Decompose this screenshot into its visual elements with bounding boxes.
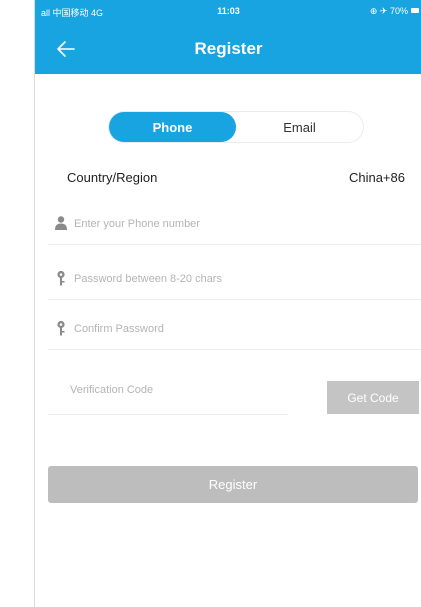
tab-switch: Phone Email — [109, 112, 363, 142]
verification-code-field — [48, 370, 288, 415]
phone-input[interactable] — [72, 212, 406, 236]
user-icon — [55, 216, 67, 230]
country-region-label: Country/Region — [67, 170, 158, 185]
key-icon — [57, 320, 65, 336]
password-input[interactable] — [72, 267, 406, 291]
verification-code-input[interactable] — [68, 378, 282, 402]
get-code-button[interactable]: Get Code — [327, 381, 419, 414]
tab-email[interactable]: Email — [236, 112, 363, 142]
status-bar: all 中国移动 4G 11:03 ⊕ ✈ 70% — [35, 0, 421, 22]
password-field — [48, 259, 421, 300]
phone-screen: all 中国移动 4G 11:03 ⊕ ✈ 70% Register Phone… — [34, 0, 421, 607]
clock: 11:03 — [217, 6, 240, 16]
confirm-password-input[interactable] — [72, 317, 406, 341]
country-region-row[interactable]: Country/Region China+86 — [35, 166, 421, 190]
tab-phone[interactable]: Phone — [109, 112, 236, 142]
register-button[interactable]: Register — [48, 466, 418, 503]
battery-icon — [411, 8, 419, 13]
country-code-value: China+86 — [348, 170, 405, 185]
key-icon — [57, 270, 65, 286]
left-frame — [0, 0, 34, 607]
page-title: Register — [194, 39, 263, 58]
battery-text: ⊕ ✈ 70% — [369, 6, 408, 16]
nav-bar: Register — [35, 22, 421, 74]
confirm-password-field — [48, 309, 421, 350]
phone-field — [48, 204, 421, 245]
